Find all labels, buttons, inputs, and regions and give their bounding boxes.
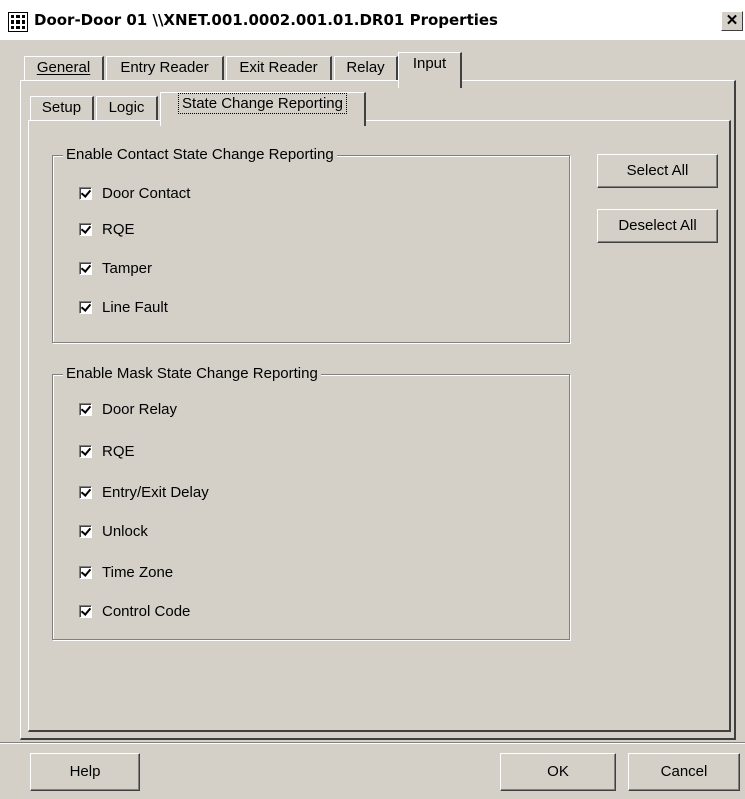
subtab-state-change-reporting[interactable]: State Change Reporting xyxy=(160,92,366,126)
app-grid-icon xyxy=(8,12,28,32)
help-button-label: Help xyxy=(69,763,101,780)
checkbox-rqe-contact[interactable]: RQE xyxy=(79,219,135,239)
subtab-logic[interactable]: Logic xyxy=(96,96,158,120)
subtab-setup[interactable]: Setup xyxy=(30,96,94,120)
checkbox-line-fault[interactable]: Line Fault xyxy=(79,297,168,317)
checkbox-checked-icon[interactable] xyxy=(79,524,92,538)
tab-entry-reader-label: Entry Reader xyxy=(120,59,209,76)
checkbox-checked-icon[interactable] xyxy=(79,261,92,275)
close-button[interactable]: ✕ xyxy=(721,11,743,31)
contact-group-title: Enable Contact State Change Reporting xyxy=(63,146,337,163)
checkbox-label: Unlock xyxy=(102,522,148,540)
checkbox-label: Time Zone xyxy=(102,563,174,581)
checkbox-door-contact[interactable]: Door Contact xyxy=(79,183,190,203)
tab-entry-reader[interactable]: Entry Reader xyxy=(106,56,224,80)
checkbox-unlock[interactable]: Unlock xyxy=(79,521,148,541)
tab-relay-label: Relay xyxy=(346,59,385,76)
checkbox-checked-icon[interactable] xyxy=(79,300,92,314)
checkbox-checked-icon[interactable] xyxy=(79,186,92,200)
checkbox-label: RQE xyxy=(102,442,135,460)
mask-state-group: Enable Mask State Change Reporting Door … xyxy=(52,365,570,640)
checkbox-time-zone[interactable]: Time Zone xyxy=(79,562,173,582)
window-title: Door-Door 01 \\XNET.001.0002.001.01.DR01… xyxy=(34,11,498,29)
deselect-all-button[interactable]: Deselect All xyxy=(597,209,718,243)
checkbox-checked-icon[interactable] xyxy=(79,222,92,236)
subtab-state-change-reporting-label: State Change Reporting xyxy=(178,93,347,114)
select-all-button[interactable]: Select All xyxy=(597,154,718,188)
checkbox-label: Line Fault xyxy=(102,298,168,316)
help-button[interactable]: Help xyxy=(30,753,140,791)
tab-exit-reader[interactable]: Exit Reader xyxy=(226,56,332,80)
contact-state-group: Enable Contact State Change Reporting Do… xyxy=(52,146,570,343)
ok-button[interactable]: OK xyxy=(500,753,616,791)
mask-group-title: Enable Mask State Change Reporting xyxy=(63,365,321,382)
checkbox-label: Entry/Exit Delay xyxy=(102,483,209,501)
cancel-button[interactable]: Cancel xyxy=(628,753,740,791)
checkbox-checked-icon[interactable] xyxy=(79,402,92,416)
checkbox-rqe-mask[interactable]: RQE xyxy=(79,441,135,461)
tab-general[interactable]: General xyxy=(24,56,104,80)
checkbox-checked-icon[interactable] xyxy=(79,565,92,579)
checkbox-label: Tamper xyxy=(102,259,153,277)
tab-general-label: General xyxy=(36,59,91,76)
checkbox-checked-icon[interactable] xyxy=(79,444,92,458)
checkbox-label: Door Relay xyxy=(102,400,178,418)
checkbox-label: Door Contact xyxy=(102,184,191,202)
subtab-logic-label: Logic xyxy=(108,99,145,116)
tab-exit-reader-label: Exit Reader xyxy=(239,59,318,76)
subtab-setup-label: Setup xyxy=(41,99,82,116)
checkbox-door-relay[interactable]: Door Relay xyxy=(79,399,177,419)
checkbox-label: Control Code xyxy=(102,602,191,620)
title-bar[interactable]: Door-Door 01 \\XNET.001.0002.001.01.DR01… xyxy=(0,0,745,40)
checkbox-label: RQE xyxy=(102,220,135,238)
tab-input[interactable]: Input xyxy=(398,52,462,88)
checkbox-checked-icon[interactable] xyxy=(79,485,92,499)
tab-relay[interactable]: Relay xyxy=(334,56,398,80)
tab-input-label: Input xyxy=(412,55,447,72)
checkbox-tamper[interactable]: Tamper xyxy=(79,258,152,278)
checkbox-entry-exit-delay[interactable]: Entry/Exit Delay xyxy=(79,482,209,502)
footer-separator xyxy=(0,742,745,744)
properties-dialog: Door-Door 01 \\XNET.001.0002.001.01.DR01… xyxy=(0,0,745,799)
checkbox-checked-icon[interactable] xyxy=(79,604,92,618)
checkbox-control-code[interactable]: Control Code xyxy=(79,601,190,621)
